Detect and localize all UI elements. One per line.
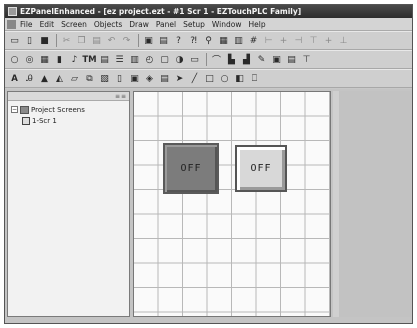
- pushbutton-off-dark[interactable]: OFF: [163, 143, 219, 194]
- toolbar-divider: [138, 34, 139, 47]
- mdi-background: [339, 91, 411, 317]
- screen-canvas[interactable]: OFF OFF: [133, 91, 331, 317]
- menu-help[interactable]: Help: [248, 20, 265, 29]
- meter-icon[interactable]: ◑: [173, 53, 186, 66]
- menu-screen[interactable]: Screen: [61, 20, 87, 29]
- zoom-icon[interactable]: ⚲: [202, 34, 215, 47]
- list-icon[interactable]: ☰: [113, 53, 126, 66]
- document-icon[interactable]: [7, 19, 16, 29]
- paste-icon[interactable]: ▤: [90, 34, 103, 47]
- help-icon[interactable]: ?: [172, 34, 185, 47]
- toolbar-divider: [206, 53, 207, 66]
- chart-icon[interactable]: ⌒: [210, 53, 223, 66]
- collapse-icon[interactable]: −: [11, 106, 18, 113]
- grid-icon[interactable]: ▦: [217, 34, 230, 47]
- screen-select-icon[interactable]: ▤: [158, 72, 171, 85]
- multistate-light-icon[interactable]: ◎: [23, 53, 36, 66]
- context-help-icon[interactable]: ⁈: [187, 34, 200, 47]
- toolbar-divider: [56, 34, 57, 47]
- pushbutton-label: OFF: [250, 163, 272, 174]
- ellipse-icon[interactable]: ○: [218, 72, 231, 85]
- app-icon: [8, 7, 17, 16]
- panel-dock-icon[interactable]: ≡≡: [115, 93, 127, 100]
- application-window: EZPanelEnhanced - [ez project.ezt - #1 S…: [4, 4, 413, 324]
- undo-icon[interactable]: ↶: [105, 34, 118, 47]
- text-style-icon[interactable]: Ꭿ: [23, 72, 36, 85]
- dynamic-text-icon[interactable]: ▣: [270, 53, 283, 66]
- shape-icon[interactable]: ◭: [53, 72, 66, 85]
- draw-toolbar: A Ꭿ ▲ ◭ ▱ ⧉ ▧ ▯ ▣ ◈ ▤ ➤ ╱ □ ○ ◧ ⎕: [5, 69, 412, 88]
- new-icon[interactable]: ▭: [8, 34, 21, 47]
- trend-icon[interactable]: ▭: [188, 53, 201, 66]
- title-bar: EZPanelEnhanced - [ez project.ezt - #1 S…: [5, 5, 412, 18]
- tree-root-label: Project Screens: [31, 105, 85, 114]
- objects-toolbar: ○ ◎ ▦ ▮ ♪ TM ▤ ☰ ▥ ◴ ▢ ◑ ▭ ⌒ ▙ ▟ ✎ ▣ ▤ ⊤: [5, 50, 412, 69]
- clock-icon[interactable]: ◴: [143, 53, 156, 66]
- line-icon[interactable]: ╱: [188, 72, 201, 85]
- project-screens-icon: [20, 105, 29, 114]
- menu-file[interactable]: File: [20, 20, 33, 29]
- align-bottom-icon[interactable]: ⊥: [337, 34, 350, 47]
- slider-icon[interactable]: ⊤: [300, 53, 313, 66]
- standard-toolbar: ▭ ▯ ■ ✂ ❐ ▤ ↶ ↷ ▣ ▤ ? ⁈ ⚲ ▦ ▥ # ⊢ + ⊣ ⊤ …: [5, 31, 412, 50]
- align-center-icon[interactable]: +: [277, 34, 290, 47]
- cut-icon[interactable]: ✂: [60, 34, 73, 47]
- rectangle-icon[interactable]: □: [203, 72, 216, 85]
- tm-label-icon[interactable]: TM: [82, 53, 96, 66]
- tm-icon[interactable]: ♪: [68, 53, 81, 66]
- bar-graph-icon[interactable]: ▦: [38, 53, 51, 66]
- tree-panel-header: ≡≡: [8, 92, 129, 101]
- snap-icon[interactable]: ▥: [232, 34, 245, 47]
- recipe-icon[interactable]: ▢: [158, 53, 171, 66]
- screen-icon[interactable]: ▣: [142, 34, 155, 47]
- group-icon[interactable]: ⧉: [83, 72, 96, 85]
- screen-node-icon: [22, 116, 30, 125]
- window-title: EZPanelEnhanced - [ez project.ezt - #1 S…: [20, 7, 302, 16]
- message-icon[interactable]: ✎: [255, 53, 268, 66]
- tree-item-label: 1-Scr 1: [32, 116, 57, 125]
- numeric-display-icon[interactable]: ▤: [98, 53, 111, 66]
- menu-edit[interactable]: Edit: [40, 20, 55, 29]
- frame-icon[interactable]: ▱: [68, 72, 81, 85]
- fill-icon[interactable]: ◧: [233, 72, 246, 85]
- menu-bar: File Edit Screen Objects Draw Panel Setu…: [5, 18, 412, 31]
- menu-objects[interactable]: Objects: [94, 20, 122, 29]
- alarm-icon[interactable]: ▙: [225, 53, 238, 66]
- thumbwheel-icon[interactable]: ▥: [128, 53, 141, 66]
- open-icon[interactable]: ▯: [23, 34, 36, 47]
- pilot-light-icon[interactable]: ▮: [53, 53, 66, 66]
- bitmap-icon[interactable]: ▟: [240, 53, 253, 66]
- tree-item-screen[interactable]: 1-Scr 1: [8, 115, 129, 126]
- rounded-rect-icon[interactable]: ⎕: [248, 72, 261, 85]
- menu-window[interactable]: Window: [212, 20, 242, 29]
- menu-draw[interactable]: Draw: [129, 20, 149, 29]
- tree-root[interactable]: − Project Screens: [8, 104, 129, 115]
- triangle-icon[interactable]: ▲: [38, 72, 51, 85]
- save-icon[interactable]: ■: [38, 34, 51, 47]
- project-tree-panel: ≡≡ − Project Screens 1-Scr 1: [7, 91, 130, 317]
- redo-icon[interactable]: ↷: [120, 34, 133, 47]
- menu-panel[interactable]: Panel: [156, 20, 176, 29]
- pushbutton-icon[interactable]: ▣: [128, 72, 141, 85]
- pointer-icon[interactable]: ➤: [173, 72, 186, 85]
- grid-toggle-icon[interactable]: #: [247, 34, 260, 47]
- copy-icon[interactable]: ❐: [75, 34, 88, 47]
- workspace: ≡≡ − Project Screens 1-Scr 1 OFF OFF: [5, 89, 412, 323]
- align-top-icon[interactable]: ⊤: [307, 34, 320, 47]
- align-right-icon[interactable]: ⊣: [292, 34, 305, 47]
- align-middle-icon[interactable]: +: [322, 34, 335, 47]
- pushbutton-off-light[interactable]: OFF: [235, 145, 287, 192]
- align-left-icon[interactable]: ⊢: [262, 34, 275, 47]
- static-text-icon[interactable]: A: [8, 72, 21, 85]
- bitmap-button-icon[interactable]: ▧: [98, 72, 111, 85]
- menu-setup[interactable]: Setup: [183, 20, 205, 29]
- indicator-light-icon[interactable]: ○: [8, 53, 21, 66]
- page-icon[interactable]: ▯: [113, 72, 126, 85]
- print-icon[interactable]: ▤: [157, 34, 170, 47]
- selector-icon[interactable]: ◈: [143, 72, 156, 85]
- recipe-table-icon[interactable]: ▤: [285, 53, 298, 66]
- pushbutton-label: OFF: [180, 163, 202, 174]
